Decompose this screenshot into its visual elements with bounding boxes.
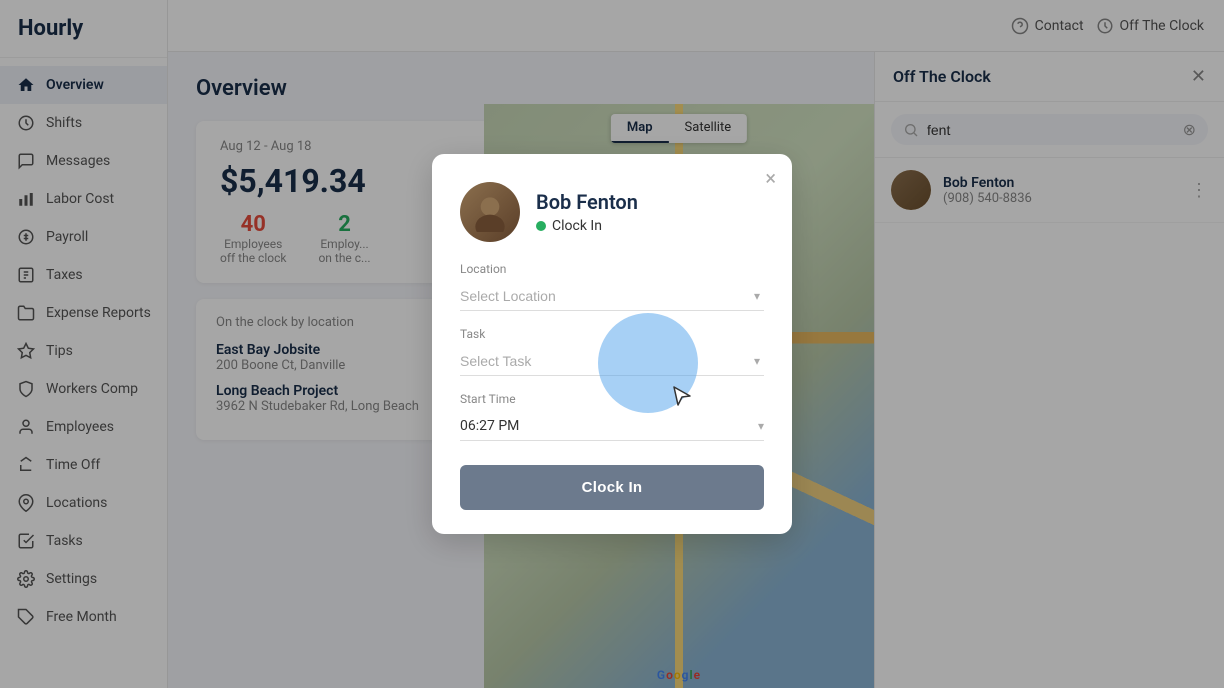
modal-header: Bob Fenton Clock In [460,182,764,242]
clock-in-modal: × Bob Fenton Clock In [432,154,792,534]
task-select-wrap: Select Task ▾ [460,347,764,376]
location-select[interactable]: Select Location [460,282,764,310]
modal-avatar [460,182,520,242]
clock-in-button[interactable]: Clock In [460,465,764,510]
modal-user-info: Bob Fenton Clock In [536,190,638,234]
task-field: Task Select Task ▾ [460,327,764,376]
task-select[interactable]: Select Task [460,347,764,375]
start-time-label: Start Time [460,392,764,406]
time-value: 06:27 PM [460,412,758,440]
modal-overlay: × Bob Fenton Clock In [0,0,1224,688]
time-select-wrap: 06:27 PM ▾ [460,412,764,441]
modal-user-name: Bob Fenton [536,190,638,214]
modal-close-button[interactable]: × [765,168,776,188]
task-label: Task [460,327,764,341]
clock-status-text: Clock In [552,218,602,234]
user-photo [470,192,510,232]
location-select-wrap: Select Location ▾ [460,282,764,311]
start-time-field: Start Time 06:27 PM ▾ [460,392,764,441]
time-arrow-icon: ▾ [758,419,764,433]
location-label: Location [460,262,764,276]
modal-clock-status: Clock In [536,218,638,234]
location-field: Location Select Location ▾ [460,262,764,311]
clock-status-dot [536,221,546,231]
